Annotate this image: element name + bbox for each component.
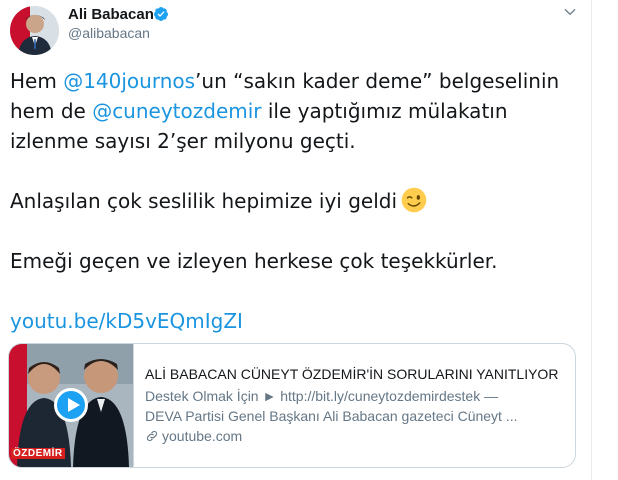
play-icon[interactable] [54,388,88,422]
verified-badge-icon [153,7,168,21]
thumbnail-caption: ÖZDEMİR [11,448,65,459]
tweet-line-1: Hem @140journos’un “sakın kader deme” be… [10,66,585,96]
author-name[interactable]: Ali Babacan [68,6,154,23]
card-divider [133,344,134,467]
link-preview-card[interactable]: ÖZDEMİR ALİ BABACAN CÜNEYT ÖZDEMİR'İN SO… [8,343,576,468]
card-domain-text: youtube.com [162,428,243,444]
tweet-url-link[interactable]: youtu.be/kD5vEQmIgZI [10,309,243,333]
tweet-text-segment: Hem [10,69,64,93]
column-border [591,0,592,480]
card-description-line: DEVA Partisi Genel Başkanı Ali Babacan g… [145,408,518,424]
tweet-line-3: izlenme sayısı 2’şer milyonu geçti. [10,129,356,153]
author-handle[interactable]: @alibabacan [68,25,150,41]
tweet-line-5: Emeği geçen ve izleyen herkese çok teşek… [10,249,498,273]
chevron-down-icon[interactable] [563,5,577,19]
tweet-url-line: youtu.be/kD5vEQmIgZI [10,306,585,336]
mention-140journos[interactable]: @140journos [63,69,195,93]
tweet-line-4: Anlaşılan çok seslilik hepimize iyi geld… [10,186,585,216]
winking-face-emoji [401,187,427,213]
card-thumbnail[interactable]: ÖZDEMİR [9,344,133,467]
tweet-text-segment: Anlaşılan çok seslilik hepimize iyi geld… [10,189,398,213]
tweet-line-2: hem de @cuneytozdemir ile yaptığımız mül… [10,96,585,126]
card-description: Destek Olmak İçin ► http://bit.ly/cuneyt… [145,386,545,426]
avatar[interactable] [10,6,59,55]
link-icon [146,430,158,442]
mention-cuneytozdemir[interactable]: @cuneytozdemir [92,99,261,123]
tweet-text: Hem @140journos’un “sakın kader deme” be… [10,66,585,336]
card-title[interactable]: ALİ BABACAN CÜNEYT ÖZDEMİR'İN SORULARINI… [145,366,558,382]
card-domain[interactable]: youtube.com [145,428,242,444]
tweet-text-segment: ’un “sakın kader deme” belgeselinin [195,69,560,93]
tweet-text-segment: ile yaptığımız mülakatın [261,99,508,123]
tweet-text-segment: hem de [10,99,93,123]
card-description-line: Destek Olmak İçin ► http://bit.ly/cuneyt… [145,388,499,404]
